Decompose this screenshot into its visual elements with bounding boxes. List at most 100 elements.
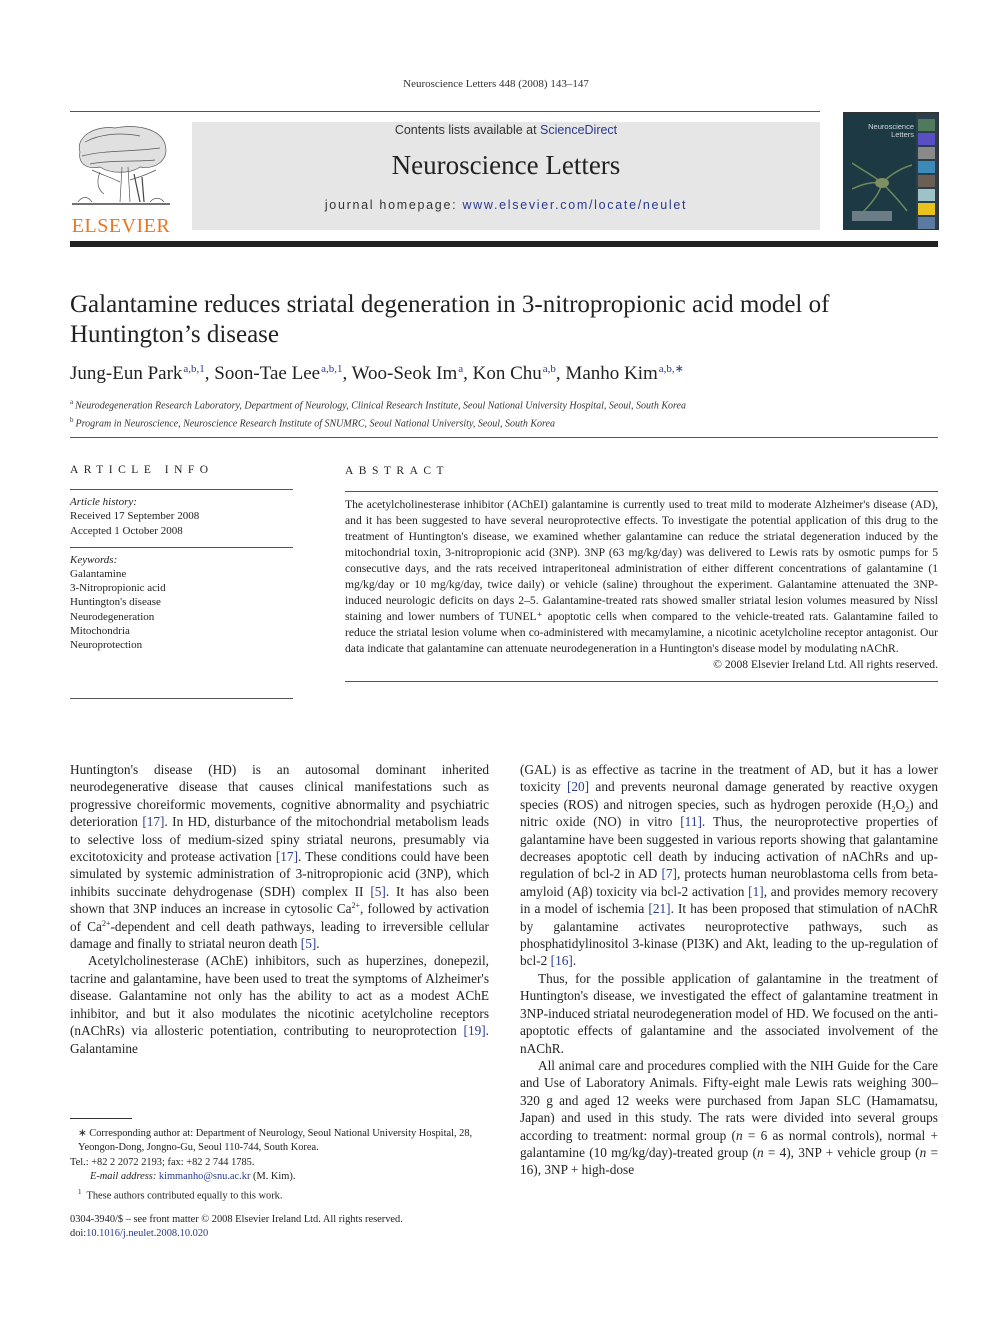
affiliation-rule <box>70 437 938 438</box>
affiliation: b Program in Neuroscience, Neuroscience R… <box>70 413 940 431</box>
keyword: Galantamine <box>70 568 127 581</box>
footnote-text: These authors contributed equally to thi… <box>86 1190 283 1202</box>
citation-link[interactable]: [5] <box>370 884 386 899</box>
keyword: 3-Nitropropionic acid <box>70 582 166 595</box>
affiliations: a Neurodegeneration Research Laboratory, … <box>70 395 940 432</box>
text-run: -dependent and cell death pathways, lead… <box>70 918 489 952</box>
elsevier-logo[interactable]: ELSEVIER <box>70 122 172 236</box>
email-note: E-mail address: kimmanho@snu.ac.kr (M. K… <box>70 1170 490 1184</box>
author[interactable]: Woo-Seok Ima <box>352 363 464 384</box>
cover-thumb <box>918 203 935 215</box>
journal-title: Neuroscience Letters <box>391 150 621 180</box>
body-paragraph: Acetylcholinesterase (AChE) inhibitors, … <box>70 952 489 1056</box>
affiliation-mark: a <box>70 398 74 406</box>
divider <box>70 546 293 548</box>
abstract-text: The acetylcholinesterase inhibitor (AChE… <box>345 498 938 655</box>
text-run: . <box>572 953 577 969</box>
keyword: Mitochondria <box>70 624 130 637</box>
author-separator: , <box>342 363 352 384</box>
article-info: ARTICLE INFO Article history: Received 1… <box>70 463 293 704</box>
body-paragraph: Huntington's disease (HD) is an autosoma… <box>70 761 489 952</box>
contents-prefix: Contents lists available at <box>394 123 541 137</box>
author[interactable]: Manho Kima,b,∗ <box>565 363 683 384</box>
cover-thumb <box>918 175 935 187</box>
author-marks[interactable]: a,b,1 <box>321 363 342 375</box>
author-separator: , <box>204 363 215 384</box>
homepage-prefix: journal homepage: <box>324 198 463 212</box>
divider <box>70 489 293 491</box>
corresponding-author-note: ∗ Corresponding author at: Department of… <box>78 1128 473 1154</box>
sciencedirect-link[interactable]: ScienceDirect <box>540 123 617 137</box>
citation-link[interactable]: [19] <box>464 1023 486 1038</box>
citation-link[interactable]: [21] <box>648 901 670 916</box>
author[interactable]: Soon-Tae Leea,b,1 <box>214 363 342 384</box>
text-run: O <box>895 796 906 812</box>
author-separator: , <box>463 363 473 384</box>
cover-title-line2: Letters <box>891 130 914 139</box>
keywords-label: Keywords: <box>70 553 118 566</box>
keyword: Neuroprotection <box>70 639 143 652</box>
author[interactable]: Jung-Eun Parka,b,1 <box>70 363 205 384</box>
cover-thumb <box>918 119 935 131</box>
cover-thumb <box>918 133 935 145</box>
cover-thumbnail-strip <box>916 113 938 229</box>
citation-link[interactable]: [7] <box>661 866 677 881</box>
article-info-heading: ARTICLE INFO <box>70 464 214 476</box>
author-name: Kon Chu <box>472 363 542 384</box>
equal-contribution-note: 1 These authors contributed equally to t… <box>70 1185 490 1204</box>
body-paragraph: (GAL) is as effective as tacrine in the … <box>520 761 938 970</box>
author-marks[interactable]: a,b <box>543 363 556 375</box>
author-name: Jung-Eun Park <box>70 363 183 384</box>
divider <box>345 681 938 682</box>
affiliation-text: Neurodegeneration Research Laboratory, D… <box>75 400 686 412</box>
header-thick-rule <box>70 241 938 247</box>
citation-link[interactable]: [17] <box>276 849 298 864</box>
contact-phone: Tel.: +82 2 2072 2193; fax: +82 2 744 17… <box>70 1156 255 1168</box>
citation-link[interactable]: [11] <box>680 814 702 829</box>
body-paragraph: All animal care and procedures complied … <box>520 1057 938 1179</box>
abstract-copyright: © 2008 Elsevier Ireland Ltd. All rights … <box>713 658 938 671</box>
citation-link[interactable]: [1] <box>748 884 764 899</box>
abstract: ABSTRACT The acetylcholinesterase inhibi… <box>345 463 938 687</box>
footnotes: ∗ Corresponding author at: Department of… <box>70 1127 490 1204</box>
elsevier-tree-icon <box>72 126 170 205</box>
cover-thumb <box>918 189 935 201</box>
running-head: Neuroscience Letters 448 (2008) 143–147 <box>403 78 589 90</box>
author-name: Soon-Tae Lee <box>214 363 321 384</box>
author-marks[interactable]: a,b,∗ <box>659 363 684 375</box>
text-run: Acetylcholinesterase (AChE) inhibitors, … <box>70 953 489 1039</box>
author-marks[interactable]: a,b,1 <box>183 363 204 375</box>
text-run: = 4), 3NP + vehicle group ( <box>763 1144 920 1160</box>
homepage-line: journal homepage: www.elsevier.com/locat… <box>192 198 820 212</box>
top-rule <box>70 111 820 112</box>
affiliation: a Neurodegeneration Research Laboratory, … <box>70 395 940 413</box>
front-matter: 0304-3940/$ – see front matter © 2008 El… <box>70 1213 490 1242</box>
contents-line: Contents lists available at ScienceDirec… <box>192 122 820 137</box>
body-column-left: Huntington's disease (HD) is an autosoma… <box>70 761 489 1057</box>
doi-link[interactable]: 10.1016/j.neulet.2008.10.020 <box>86 1228 208 1239</box>
journal-cover-image[interactable]: Neuroscience Letters <box>843 112 939 230</box>
citation-link[interactable]: [17] <box>142 814 164 829</box>
text-run: . <box>316 936 320 952</box>
neuron-image-icon <box>852 162 912 213</box>
citation-link[interactable]: [16] <box>551 953 573 968</box>
citation-link[interactable]: [20] <box>567 779 589 794</box>
homepage-link[interactable]: www.elsevier.com/locate/neulet <box>462 198 687 212</box>
author-name: Woo-Seok Im <box>351 363 458 384</box>
cover-thumb <box>918 217 935 229</box>
cover-bottom-label <box>852 211 892 221</box>
keyword: Huntington's disease <box>70 596 161 609</box>
accepted-date: Accepted 1 October 2008 <box>70 524 183 537</box>
italic-n: n <box>756 1144 764 1160</box>
email-link[interactable]: kimmanho@snu.ac.kr <box>159 1171 251 1182</box>
cover-thumb <box>918 161 935 173</box>
affiliation-text: Program in Neuroscience, Neuroscience Re… <box>75 418 555 430</box>
history-label: Article history: <box>70 496 137 509</box>
body-column-right: (GAL) is as effective as tacrine in the … <box>520 761 938 1179</box>
doi-prefix: doi: <box>70 1228 87 1240</box>
journal-banner: Contents lists available at ScienceDirec… <box>192 122 820 230</box>
email-label: E-mail address: <box>90 1171 159 1183</box>
footnote-rule <box>70 1118 132 1119</box>
citation-link[interactable]: [5] <box>301 936 317 951</box>
author[interactable]: Kon Chua,b <box>473 363 556 384</box>
